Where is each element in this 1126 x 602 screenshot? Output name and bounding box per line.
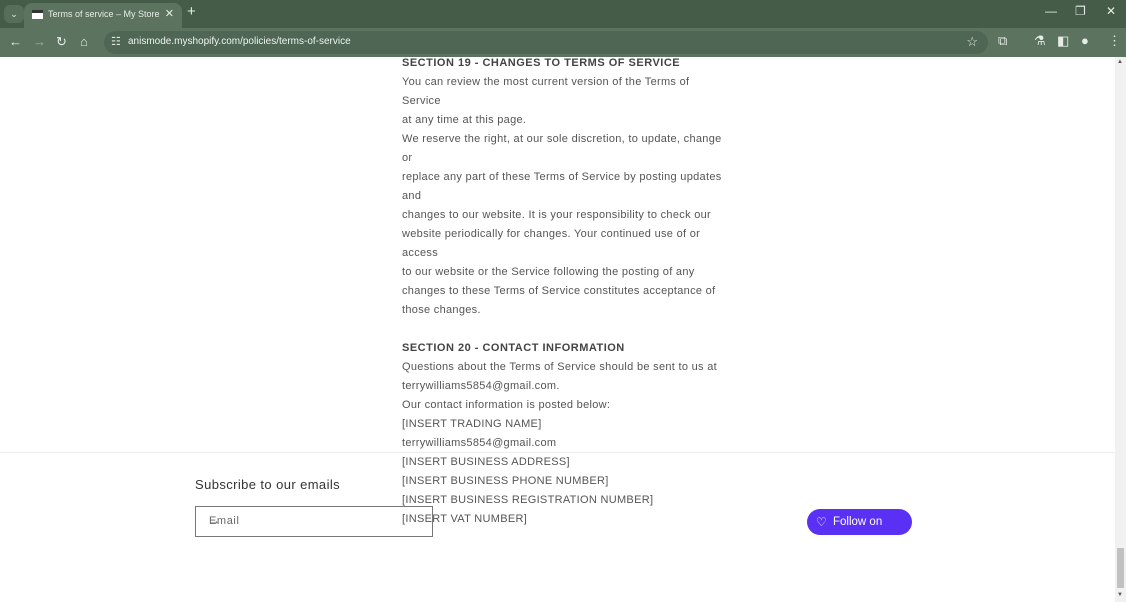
section-20-title: SECTION 20 - CONTACT INFORMATION bbox=[402, 342, 625, 354]
home-icon[interactable]: ⌂ bbox=[80, 34, 88, 49]
close-tab-icon[interactable]: ✕ bbox=[165, 3, 174, 26]
section-20-line: terrywilliams5854@gmail.com bbox=[402, 437, 557, 449]
favicon-icon bbox=[32, 10, 43, 19]
section-19-line: those changes. bbox=[402, 304, 481, 316]
profile-avatar-icon[interactable]: ● bbox=[1081, 33, 1089, 48]
email-link[interactable]: terrywilliams5854@gmail.com. bbox=[402, 377, 722, 396]
follow-on-shop-button[interactable]: ♡ Follow on shop bbox=[807, 509, 912, 554]
section-19-line: changes to these Terms of Service consti… bbox=[402, 285, 716, 297]
scrollbar-thumb[interactable] bbox=[1117, 548, 1124, 588]
email-input[interactable]: Email → bbox=[195, 506, 433, 537]
section-19-line: website periodically for changes. Your c… bbox=[402, 228, 701, 259]
section-19-line: You can review the most current version … bbox=[402, 76, 690, 107]
labs-icon[interactable]: ⚗ bbox=[1034, 33, 1046, 49]
forward-icon[interactable]: → bbox=[33, 34, 46, 49]
side-panel-icon[interactable]: ◧ bbox=[1057, 33, 1069, 49]
back-icon[interactable]: ← bbox=[9, 34, 22, 49]
section-19-line: replace any part of these Terms of Servi… bbox=[402, 171, 722, 202]
menu-icon[interactable]: ⋮ bbox=[1108, 33, 1121, 49]
browser-toolbar: ← → ↻ ⌂ ☷ anismode.myshopify.com/policie… bbox=[0, 28, 1126, 57]
tab-title: Terms of service – My Store bbox=[48, 9, 160, 19]
new-tab-button[interactable]: + bbox=[187, 3, 196, 20]
close-window-icon[interactable]: ✕ bbox=[1106, 4, 1116, 18]
page-content: SECTION 19 - CHANGES TO TERMS OF SERVICE… bbox=[0, 57, 1115, 602]
address-bar[interactable]: ☷ anismode.myshopify.com/policies/terms-… bbox=[104, 31, 988, 54]
restore-icon[interactable]: ❐ bbox=[1075, 4, 1086, 18]
tab-search-button[interactable]: ⌄ bbox=[4, 5, 24, 23]
scroll-up-icon[interactable]: ▲ bbox=[1117, 59, 1123, 65]
minimize-icon[interactable]: — bbox=[1045, 4, 1057, 18]
url-text[interactable]: anismode.myshopify.com/policies/terms-of… bbox=[128, 36, 351, 47]
heart-icon: ♡ bbox=[816, 515, 827, 529]
section-19-line: We reserve the right, at our sole discre… bbox=[402, 133, 722, 164]
extensions-icon[interactable]: ⧉ bbox=[998, 33, 1007, 49]
section-20-line: Questions about the Terms of Service sho… bbox=[402, 361, 717, 373]
scrollbar[interactable]: ▲ ▼ bbox=[1115, 57, 1126, 602]
reload-icon[interactable]: ↻ bbox=[56, 34, 67, 50]
scroll-down-icon[interactable]: ▼ bbox=[1117, 592, 1123, 598]
section-19-line: to our website or the Service following … bbox=[402, 266, 695, 278]
subscribe-arrow-icon[interactable]: → bbox=[209, 515, 422, 527]
section-19-line: changes to our website. It is your respo… bbox=[402, 209, 712, 221]
section-20-line: Our contact information is posted below: bbox=[402, 399, 611, 411]
shop-brand: shop bbox=[833, 542, 861, 554]
follow-label: Follow on bbox=[833, 516, 883, 528]
tab-bar: ⌄ Terms of service – My Store ✕ + — ❐ ✕ bbox=[0, 0, 1126, 28]
section-20-line: [INSERT TRADING NAME] bbox=[402, 418, 542, 430]
footer: Subscribe to our emails Email → ♡ Follow… bbox=[0, 452, 1115, 602]
subscribe-title: Subscribe to our emails bbox=[195, 477, 341, 492]
site-info-icon[interactable]: ☷ bbox=[111, 35, 121, 48]
bookmark-star-icon[interactable]: ☆ bbox=[966, 34, 978, 50]
section-19-title: SECTION 19 - CHANGES TO TERMS OF SERVICE bbox=[402, 57, 681, 69]
section-19-line: at any time at this page. bbox=[402, 114, 527, 126]
browser-tab[interactable]: Terms of service – My Store ✕ bbox=[24, 3, 182, 28]
